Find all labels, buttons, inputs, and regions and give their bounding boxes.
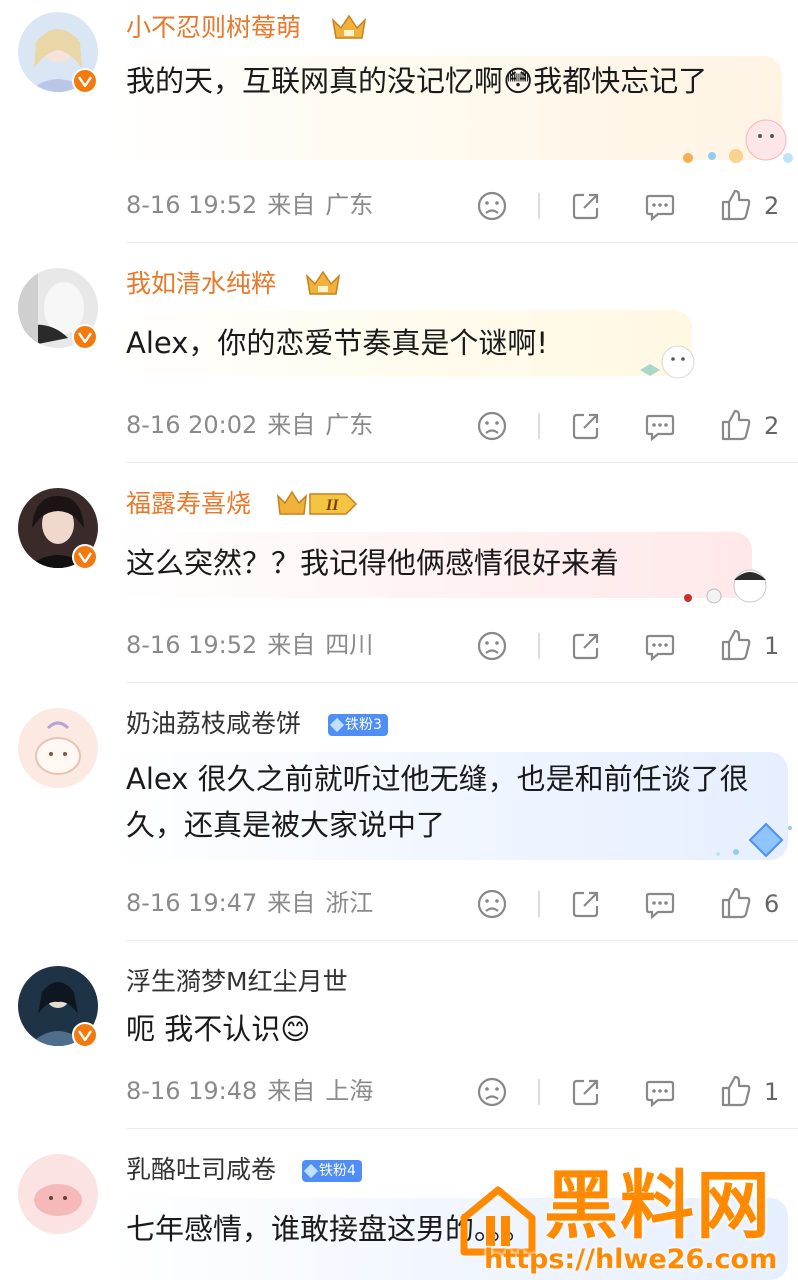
share-icon[interactable] [570,410,602,442]
divider [126,1128,798,1129]
svg-text:II: II [325,497,339,514]
like-count: 2 [764,412,780,440]
action-separator [538,413,540,439]
action-separator [538,193,540,219]
username[interactable]: 浮生漪梦M红尘月世 [126,966,348,998]
comment-text: 这么突然？？我记得他俩感情很好来着 [126,546,620,580]
dislike-icon[interactable] [476,190,508,222]
divider [126,462,798,463]
watermark: 黑料网 https://hlwe26.com [454,1160,798,1280]
comment-meta: 8-16 19:48 来自 上海 [126,1076,383,1106]
like-count: 1 [764,1078,780,1106]
comment-date: 8-16 19:52 [126,631,258,659]
verified-icon [72,544,98,570]
comment-location: 四川 [325,631,374,659]
verified-icon [72,324,98,350]
share-icon[interactable] [570,630,602,662]
fan-badge-icon: 铁粉3 [328,714,388,736]
crown-icon [331,14,367,39]
comment-location: 广东 [325,411,374,439]
crown-icon [305,270,341,295]
diamond-icon [303,1163,319,1179]
username[interactable]: 福露寿喜烧 [126,488,251,520]
divider [126,242,798,243]
comment-text: 我的天，互联网真的没记忆啊😳我都快忘记了 [126,64,708,98]
crown-icon: II [277,490,358,515]
comment-icon[interactable] [644,888,676,920]
fan-badge-label: 铁粉4 [319,1163,356,1179]
like-icon[interactable] [720,628,752,662]
comment-meta: 8-16 19:52 来自 广东 [126,190,383,220]
comment-date: 8-16 20:02 [126,411,258,439]
action-separator [538,891,540,917]
username[interactable]: 奶油荔枝咸卷饼 [126,708,301,740]
comment-from: 来自 [267,191,316,219]
comment-text: Alex 很久之前就听过他无缝，也是和前任谈了很久，还真是被大家说中了 [126,762,749,842]
comment-date: 8-16 19:47 [126,889,258,917]
like-count: 2 [764,192,780,220]
comment-from: 来自 [267,1077,316,1105]
comment-from: 来自 [267,411,316,439]
comment-icon[interactable] [644,630,676,662]
comment-from: 来自 [267,889,316,917]
like-icon[interactable] [720,1074,752,1108]
username[interactable]: 乳酪吐司咸卷 [126,1154,276,1186]
divider [126,940,798,941]
avatar[interactable] [18,1154,98,1234]
username[interactable]: 小不忍则树莓萌 [126,12,301,44]
comment-text: 呃 我不认识😊 [126,1012,311,1046]
comment-text: Alex，你的恋爱节奏真是个谜啊! [126,326,549,360]
share-icon[interactable] [570,1076,602,1108]
comment-location: 广东 [325,191,374,219]
comment-icon[interactable] [644,1076,676,1108]
comment-meta: 8-16 20:02 来自 广东 [126,410,383,440]
verified-icon [72,68,98,94]
comment-meta: 8-16 19:47 来自 浙江 [126,888,383,918]
divider [126,682,798,683]
like-count: 6 [764,890,780,918]
comment-date: 8-16 19:52 [126,191,258,219]
comment-date: 8-16 19:48 [126,1077,258,1105]
comment-from: 来自 [267,631,316,659]
fan-badge-icon: 铁粉4 [302,1160,362,1182]
sticker-decoration-icon [683,119,793,163]
like-icon[interactable] [720,886,752,920]
watermark-title: 黑料网 [544,1163,772,1249]
fan-badge-label: 铁粉3 [345,717,382,733]
action-separator [538,1079,540,1105]
share-icon[interactable] [570,888,602,920]
dislike-icon[interactable] [476,1076,508,1108]
verified-icon [72,1022,98,1048]
comment-icon[interactable] [644,190,676,222]
like-icon[interactable] [720,408,752,442]
like-icon[interactable] [720,188,752,222]
username[interactable]: 我如清水纯粹 [126,268,276,300]
dislike-icon[interactable] [476,630,508,662]
share-icon[interactable] [570,190,602,222]
diamond-icon [329,717,345,733]
comment-location: 浙江 [325,889,374,917]
watermark-url: https://hlwe26.com [484,1244,778,1275]
avatar[interactable] [18,708,98,788]
action-separator [538,633,540,659]
dislike-icon[interactable] [476,888,508,920]
comment-location: 上海 [325,1077,374,1105]
comment-meta: 8-16 19:52 来自 四川 [126,630,383,660]
comment-icon[interactable] [644,410,676,442]
dislike-icon[interactable] [476,410,508,442]
like-count: 1 [764,632,780,660]
